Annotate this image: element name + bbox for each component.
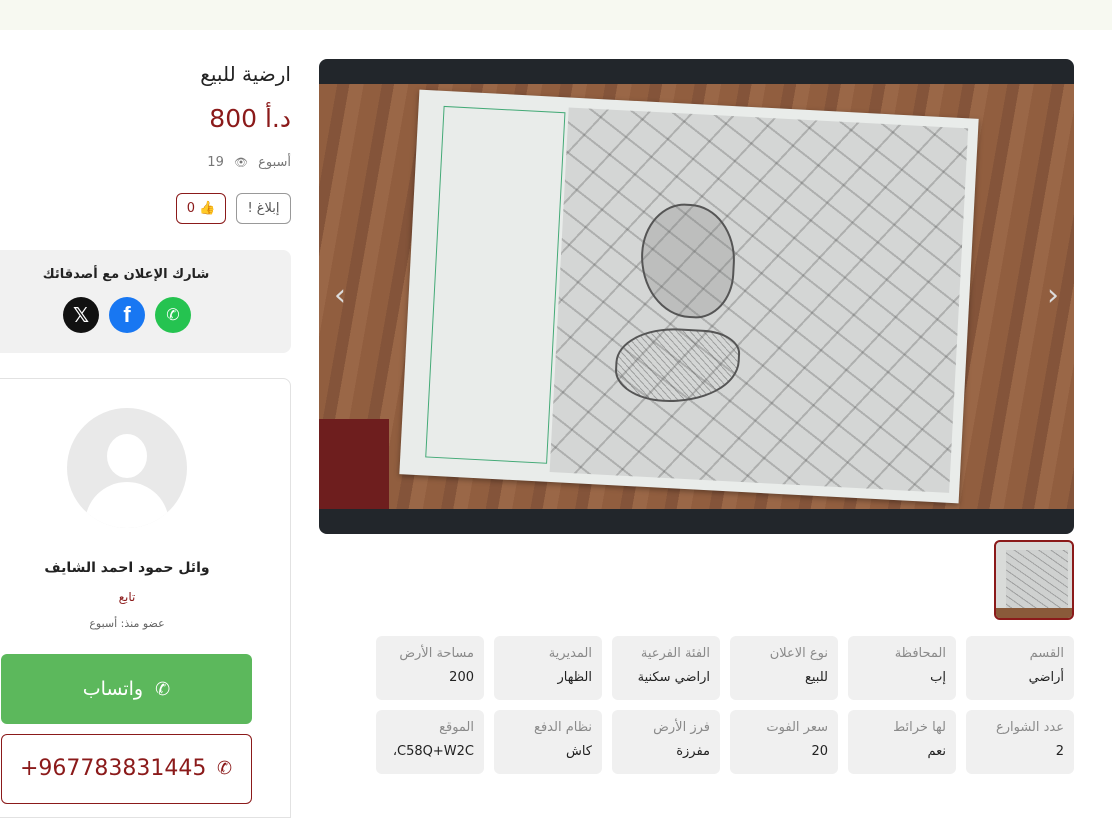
attr-card: القسم أراضي bbox=[966, 636, 1074, 700]
attr-card: عدد الشوارع 2 bbox=[966, 710, 1074, 774]
top-bar bbox=[0, 0, 1112, 30]
whatsapp-button[interactable]: ✆ واتساب bbox=[1, 654, 252, 724]
attr-card: المحافظة إب bbox=[848, 636, 956, 700]
phone-icon: ✆ bbox=[217, 758, 233, 779]
member-since: عضو منذ: أسبوع bbox=[89, 617, 165, 630]
attr-card: مساحة الأرض 200 bbox=[376, 636, 484, 700]
thumbs-up-icon: 👍 bbox=[199, 201, 216, 216]
attr-card: نظام الدفع كاش bbox=[494, 710, 602, 774]
listing-price: 800 د.أ bbox=[209, 104, 291, 133]
x-icon[interactable]: 𝕏 bbox=[63, 297, 99, 333]
listing-photo[interactable] bbox=[319, 84, 1074, 509]
listing-meta: أسبوع 👁 19 bbox=[207, 155, 291, 170]
whatsapp-icon: ✆ bbox=[155, 679, 171, 700]
attr-card: سعر الفوت 20 bbox=[730, 710, 838, 774]
attr-card: الفئة الفرعية اراضي سكنية bbox=[612, 636, 720, 700]
attr-card: لها خرائط نعم bbox=[848, 710, 956, 774]
report-button[interactable]: إبلاغ ! bbox=[236, 193, 291, 224]
eye-icon: 👁 bbox=[233, 156, 248, 169]
attr-card: فرز الأرض مفرزة bbox=[612, 710, 720, 774]
follow-link[interactable]: تابع bbox=[0, 590, 254, 604]
facebook-icon[interactable]: f bbox=[109, 297, 145, 333]
share-box: شارك الإعلان مع أصدقائك bbox=[0, 250, 291, 353]
whatsapp-icon[interactable]: ✆ bbox=[155, 297, 191, 333]
attr-card: المديرية الظهار bbox=[494, 636, 602, 700]
posted-time: أسبوع bbox=[258, 155, 291, 170]
listing-title: ارضية للبيع bbox=[200, 62, 291, 86]
gallery-thumbnail[interactable] bbox=[994, 540, 1074, 620]
phone-number: +967783831445 bbox=[20, 756, 207, 781]
attr-card: الموقع C58Q+W2C، bbox=[376, 710, 484, 774]
next-arrow-icon[interactable]: › bbox=[1038, 281, 1068, 311]
view-count: 19 bbox=[207, 155, 224, 170]
image-gallery[interactable]: ‹ › bbox=[319, 59, 1074, 534]
share-label: شارك الإعلان مع أصدقائك bbox=[42, 267, 210, 282]
avatar bbox=[67, 408, 187, 528]
attr-card: نوع الاعلان للبيع bbox=[730, 636, 838, 700]
prev-arrow-icon[interactable]: ‹ bbox=[325, 281, 355, 311]
exclamation-icon: ! bbox=[247, 201, 253, 216]
seller-name: وائل حمود احمد الشايف bbox=[44, 560, 210, 576]
like-button[interactable]: 0 👍 bbox=[176, 193, 226, 224]
call-button[interactable]: +967783831445 ✆ bbox=[1, 734, 252, 804]
land-map-document bbox=[399, 89, 979, 504]
